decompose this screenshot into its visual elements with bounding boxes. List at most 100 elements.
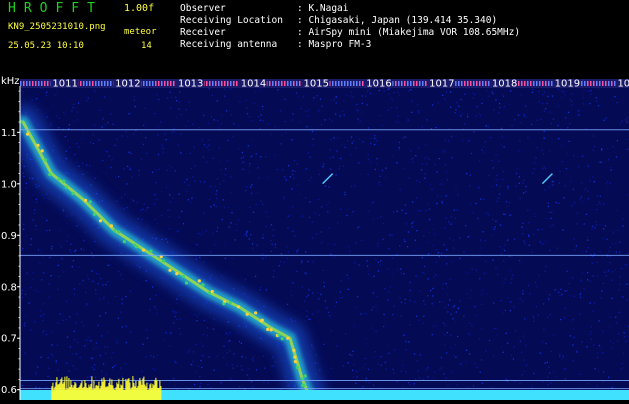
noise-speck [46,116,47,117]
noise-speck [223,199,224,200]
noise-speck [148,383,149,384]
noise-speck [291,295,292,296]
noise-speck [594,181,595,182]
x-axis-tick-mark [275,81,277,86]
noise-speck [624,264,625,265]
noise-speck [352,370,353,371]
noise-speck [121,274,122,275]
noise-speck [330,316,331,317]
noise-burst-bar [77,388,78,400]
noise-speck [227,322,228,323]
noise-speck [260,156,261,157]
noise-burst-bar [63,382,64,400]
noise-speck [533,234,534,235]
noise-speck [385,368,386,369]
noise-speck [510,310,511,311]
noise-speck [371,327,372,328]
noise-speck [627,299,628,300]
noise-speck [401,315,402,316]
noise-speck [206,161,207,162]
noise-speck [572,205,573,206]
noise-speck [451,136,452,137]
noise-speck [619,251,620,252]
noise-burst-bar [102,382,103,400]
noise-speck [485,261,486,262]
noise-burst-bar [100,386,101,400]
noise-speck [158,154,159,155]
noise-speck [500,225,501,226]
noise-speck [328,228,329,229]
noise-speck [387,345,388,346]
noise-speck [452,318,453,319]
noise-speck [471,290,472,291]
noise-speck [49,257,50,258]
noise-speck [375,305,376,306]
noise-burst-bar [151,388,152,400]
noise-speck [578,166,579,167]
noise-speck [497,197,498,198]
noise-speck [280,143,281,144]
noise-speck [539,275,540,276]
x-axis-tick-mark [341,81,343,86]
noise-speck [384,288,385,289]
noise-speck [105,124,106,125]
noise-speck [309,217,310,218]
noise-speck [597,352,598,353]
noise-speck [331,100,332,101]
noise-speck [335,97,336,98]
noise-speck [328,312,329,313]
noise-speck [378,246,379,247]
noise-speck [560,289,561,290]
noise-speck [462,140,463,141]
noise-speck [616,322,617,323]
noise-speck [446,91,447,92]
noise-speck [476,367,477,368]
noise-speck [263,382,264,383]
noise-speck [366,313,367,314]
noise-speck [462,113,463,114]
noise-speck [176,299,177,300]
noise-speck [223,180,224,181]
noise-speck [325,185,326,186]
noise-speck [340,158,341,159]
noise-speck [455,321,456,322]
echo-hotspot [281,337,284,340]
noise-speck [330,169,331,170]
x-axis-tick-mark [296,81,298,86]
noise-speck [358,110,359,111]
noise-speck [135,106,136,107]
noise-speck [287,304,288,305]
noise-speck [336,102,337,103]
noise-speck [40,316,41,317]
noise-speck [596,209,597,210]
noise-speck [43,314,44,315]
noise-speck [344,147,345,148]
x-axis-tick-mark [536,81,538,86]
noise-speck [72,353,73,354]
noise-speck [91,358,92,359]
noise-speck [85,292,86,293]
noise-speck [618,312,619,313]
noise-speck [570,335,571,336]
noise-speck [486,125,487,126]
noise-speck [51,246,52,247]
noise-speck [503,313,504,314]
noise-burst-bar [112,385,113,400]
noise-speck [410,290,411,291]
noise-speck [336,302,337,303]
noise-speck [95,178,96,179]
noise-speck [409,384,410,385]
noise-speck [419,182,420,183]
noise-burst-bar [118,379,119,400]
noise-speck [495,221,496,222]
noise-speck [202,355,203,356]
noise-speck [249,368,250,369]
noise-speck [235,239,236,240]
noise-speck [22,297,23,298]
noise-speck [273,365,274,366]
x-tick-label: 1013 [178,79,203,90]
noise-speck [481,304,482,305]
noise-burst-bar [60,379,61,400]
noise-speck [33,278,34,279]
noise-speck [156,169,157,170]
